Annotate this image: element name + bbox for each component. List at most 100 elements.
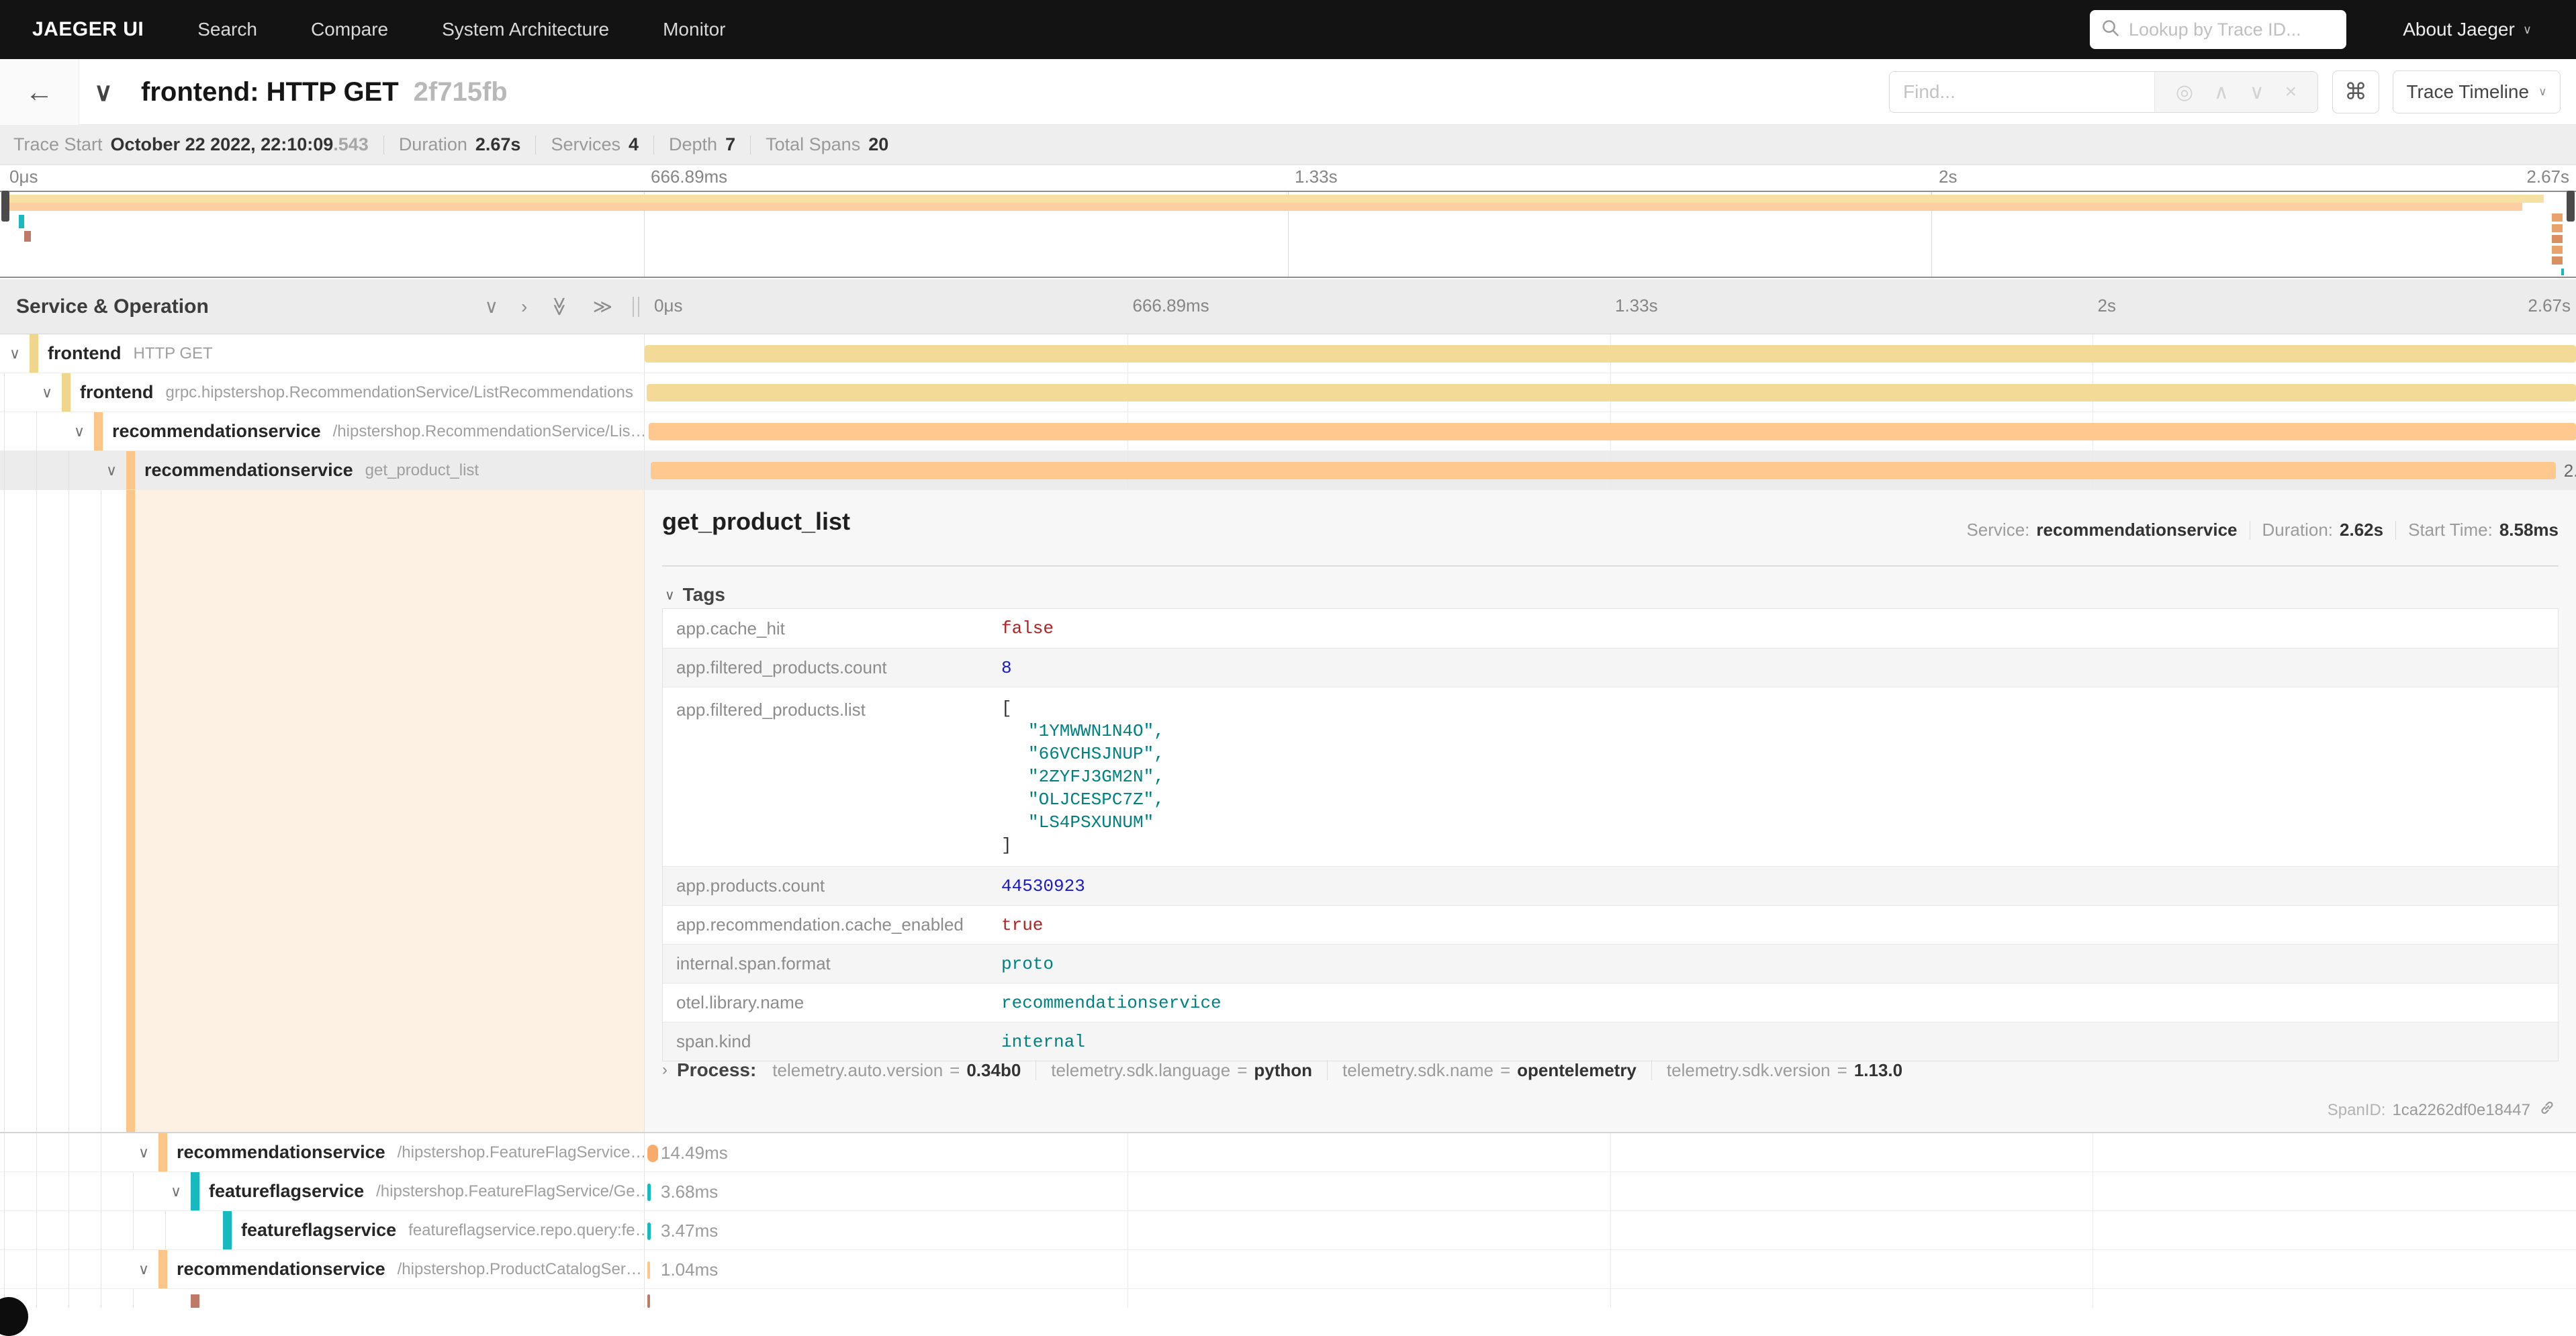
about-jaeger-menu[interactable]: About Jaeger ∨	[2403, 0, 2532, 59]
minimap-span-catalog	[24, 231, 31, 242]
span-bar[interactable]	[651, 462, 2556, 479]
find-clear-icon[interactable]: ×	[2285, 81, 2297, 103]
trace-lookup-box	[2090, 10, 2346, 49]
trace-collapse-toggle[interactable]: ∨	[94, 59, 113, 125]
duration-label: Duration	[399, 134, 467, 155]
span-row-get-product-list[interactable]: ∨ recommendationservice get_product_list…	[0, 451, 2576, 490]
minimap-span	[2552, 246, 2563, 254]
find-prev-icon[interactable]: ∧	[2214, 81, 2229, 104]
span-detail-accent-fill	[135, 490, 644, 1132]
service-color-bar	[62, 373, 71, 412]
span-operation-name: HTTP GET	[133, 344, 212, 363]
chevron-down-icon[interactable]: ∨	[161, 1183, 191, 1200]
minimap-tick: 666.89ms	[651, 166, 727, 187]
chevron-down-icon[interactable]: ∨	[0, 345, 30, 363]
span-bar[interactable]	[647, 1294, 650, 1308]
link-icon[interactable]	[2530, 1099, 2556, 1121]
tag-row: app.products.count 44530923	[663, 866, 2558, 905]
span-row-partial[interactable]	[0, 1289, 2576, 1308]
tag-key: app.products.count	[663, 875, 1001, 896]
tag-key: app.filtered_products.count	[663, 657, 1001, 678]
minimap-right-scrubber[interactable]	[2567, 191, 2575, 222]
services-label: Services	[551, 134, 620, 155]
view-selector-dropdown[interactable]: Trace Timeline ∨	[2393, 70, 2561, 113]
span-bar[interactable]	[647, 1145, 658, 1162]
trace-stats-bar: Trace StartOctober 22 2022, 22:10:09.543…	[0, 125, 2576, 165]
chevron-down-icon[interactable]: ∨	[129, 1261, 158, 1278]
chevron-down-icon[interactable]: ∨	[129, 1144, 158, 1161]
span-bar[interactable]	[645, 345, 2576, 363]
minimap-tick: 2.67s	[2526, 166, 2569, 187]
span-service-name: featureflagservice	[209, 1181, 364, 1202]
tag-key: app.filtered_products.list	[663, 697, 1001, 720]
trace-lookup-input[interactable]	[2129, 19, 2336, 40]
chevron-down-icon: ∨	[94, 77, 113, 107]
duration-value: 2.67s	[475, 134, 521, 155]
minimap-tick: 2s	[1939, 166, 1957, 187]
collapse-all-icon[interactable]: ≫	[549, 297, 571, 316]
column-resizer-handle[interactable]	[633, 297, 639, 317]
span-bar[interactable]	[647, 1261, 650, 1279]
minimap-time-labels: 0μs 666.89ms 1.33s 2s 2.67s	[0, 165, 2576, 191]
chevron-down-icon: ∨	[665, 587, 675, 604]
collapse-one-icon[interactable]: ∨	[485, 295, 499, 318]
span-row-recommendation-featureflag[interactable]: ∨ recommendationservice /hipstershop.Fea…	[0, 1133, 2576, 1172]
expand-all-icon[interactable]: ≫	[593, 295, 612, 318]
span-row-featureflag-repo-query[interactable]: featureflagservice featureflagservice.re…	[0, 1211, 2576, 1250]
minimap-span	[2552, 256, 2563, 265]
find-input[interactable]	[1890, 72, 2154, 112]
tag-key: app.recommendation.cache_enabled	[663, 914, 1001, 935]
service-color-bar	[191, 1172, 199, 1210]
tag-row: app.filtered_products.list [ "1YMWWN1N4O…	[663, 687, 2558, 866]
chevron-down-icon[interactable]: ∨	[32, 384, 62, 401]
service-color-bar	[191, 1294, 199, 1308]
span-bar[interactable]	[647, 1223, 651, 1240]
search-icon	[2101, 18, 2121, 42]
tag-row: app.cache_hit false	[663, 609, 2558, 648]
minimap-tick: 1.33s	[1295, 166, 1338, 187]
tag-key: otel.library.name	[663, 992, 1001, 1013]
span-row-recommendation-productcatalog[interactable]: ∨ recommendationservice /hipstershop.Pro…	[0, 1250, 2576, 1289]
tags-section-toggle[interactable]: ∨ Tags	[665, 584, 725, 606]
nav-item-compare[interactable]: Compare	[311, 19, 388, 40]
chevron-down-icon[interactable]: ∨	[64, 423, 94, 440]
tag-value-list: [ "1YMWWN1N4O", "66VCHSJNUP", "2ZYFJ3GM2…	[1001, 697, 1164, 857]
tag-row: internal.span.format proto	[663, 944, 2558, 983]
span-duration-label: 1.04ms	[661, 1259, 718, 1280]
trace-minimap[interactable]	[0, 191, 2576, 278]
tag-value: 44530923	[1001, 876, 1085, 896]
minimap-span-featureflag	[19, 215, 24, 228]
back-button[interactable]: ←	[0, 59, 79, 125]
span-row-featureflag-get[interactable]: ∨ featureflagservice /hipstershop.Featur…	[0, 1172, 2576, 1211]
jaeger-logo[interactable]: JAEGER UI	[32, 18, 144, 41]
keyboard-shortcuts-button[interactable]: ⌘	[2332, 70, 2379, 113]
chevron-down-icon[interactable]: ∨	[97, 462, 126, 479]
minimap-span	[2552, 213, 2563, 222]
span-bar[interactable]	[647, 384, 2576, 401]
span-detail-row: get_product_list Service: recommendation…	[0, 490, 2576, 1133]
process-section-toggle[interactable]: › Process: telemetry.auto.version=0.34b0…	[662, 1059, 1902, 1081]
span-bar[interactable]	[647, 1184, 651, 1201]
span-operation-name: /hipstershop.FeatureFlagService/Ge…	[376, 1182, 645, 1201]
nav-item-search[interactable]: Search	[197, 19, 257, 40]
service-color-bar	[30, 334, 38, 373]
span-bar[interactable]	[649, 423, 2576, 440]
span-row-frontend-listrecommendations[interactable]: ∨ frontend grpc.hipstershop.Recommendati…	[0, 373, 2576, 412]
trace-header: ← ∨ frontend: HTTP GET 2f715fb ◎ ∧ ∨ × ⌘…	[0, 59, 2576, 125]
find-next-icon[interactable]: ∨	[2250, 81, 2264, 104]
top-nav: JAEGER UI Search Compare System Architec…	[0, 0, 2576, 59]
trace-start-ms: .543	[333, 134, 369, 155]
span-operation-name: grpc.hipstershop.RecommendationService/L…	[165, 383, 633, 402]
ruler-tick: 2s	[2098, 295, 2116, 316]
minimap-left-scrubber[interactable]	[1, 191, 9, 222]
expand-one-icon[interactable]: ›	[521, 296, 527, 318]
span-row-recommendation-list[interactable]: ∨ recommendationservice /hipstershop.Rec…	[0, 412, 2576, 451]
tag-value: true	[1001, 915, 1043, 935]
span-id-value: 1ca2262df0e18447	[2392, 1101, 2530, 1120]
command-icon: ⌘	[2344, 79, 2367, 105]
nav-item-monitor[interactable]: Monitor	[663, 19, 725, 40]
timeline-ruler: 0μs 666.89ms 1.33s 2s 2.67s	[646, 279, 2576, 334]
locate-icon[interactable]: ◎	[2176, 81, 2193, 104]
nav-item-system-architecture[interactable]: System Architecture	[442, 19, 609, 40]
span-row-frontend-http-get[interactable]: ∨ frontend HTTP GET	[0, 334, 2576, 373]
